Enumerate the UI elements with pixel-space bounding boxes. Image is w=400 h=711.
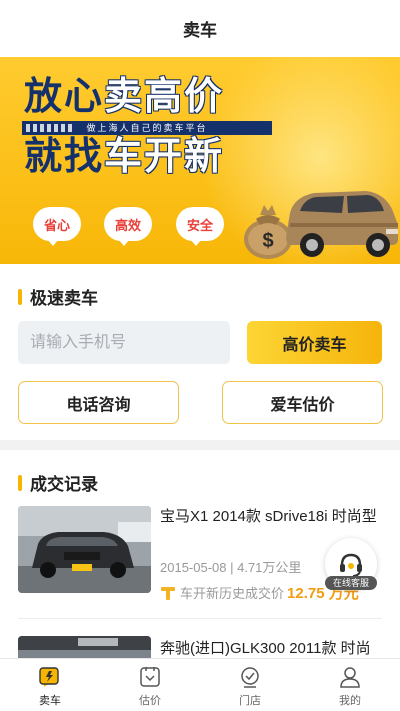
banner-headline-1: 放心卖高价 xyxy=(24,75,224,119)
car-estimate-button[interactable]: 爱车估价 xyxy=(222,381,383,424)
deal-car-photo xyxy=(18,506,151,593)
quick-sell-heading: 极速卖车 xyxy=(18,284,98,309)
banner-headline-2b: 车开新 xyxy=(104,136,225,178)
store-icon xyxy=(241,667,259,688)
estimate-icon xyxy=(140,667,160,687)
high-price-sell-button[interactable]: 高价卖车 xyxy=(247,321,382,364)
tab-estimate[interactable]: 估价 xyxy=(100,659,200,711)
deal-car-photo xyxy=(18,636,151,660)
badge-worry-free: 省心 xyxy=(33,207,81,246)
badge-efficient: 高效 xyxy=(104,207,152,246)
car-photo-icon xyxy=(18,636,151,660)
phone-number-input[interactable] xyxy=(18,321,230,364)
deal-records-heading: 成交记录 xyxy=(18,470,98,495)
deal-price-label: 车开新历史成交价 xyxy=(180,586,285,601)
profile-icon xyxy=(340,667,360,688)
car-icon xyxy=(286,191,398,257)
tab-store-label: 门店 xyxy=(239,695,261,707)
money-bag-icon: $ xyxy=(244,205,292,259)
page-title: 卖车 xyxy=(183,21,217,40)
promo-banner[interactable]: 放心卖高价 做上海人自己的卖车平台 就找车开新 省心 高效 安全 $ xyxy=(0,57,400,264)
tab-store[interactable]: 门店 xyxy=(200,659,300,711)
tab-estimate-label: 估价 xyxy=(139,695,161,707)
divider xyxy=(18,618,382,619)
banner-headline-2a: 就找 xyxy=(24,136,105,178)
svg-text:$: $ xyxy=(262,230,273,252)
deal-car-name: 奔驰(进口)GLK300 2011款 时尚型 xyxy=(160,640,371,657)
sell-car-screen: 卖车 放心卖高价 做上海人自己的卖车平台 就找车开新 省心 高效 安全 $ 极速… xyxy=(0,0,400,711)
slogan-stripes xyxy=(26,124,72,132)
tab-sell-car[interactable]: 卖车 xyxy=(0,659,100,711)
quick-sell-title: 极速卖车 xyxy=(30,289,98,308)
deal-records-title: 成交记录 xyxy=(30,475,98,494)
sell-car-icon xyxy=(39,667,59,687)
tab-sell-car-label: 卖车 xyxy=(39,695,61,707)
car-photo-icon xyxy=(18,506,151,593)
section-accent-bar xyxy=(18,474,22,491)
top-nav-bar: 卖车 xyxy=(0,0,400,57)
deal-car-meta: 2015-05-08 | 4.71万公里 xyxy=(160,560,302,575)
banner-headline-1a: 放心 xyxy=(24,76,105,118)
bottom-tab-bar: 卖车 估价 门店 我的 xyxy=(0,658,400,711)
deal-car-name: 宝马X1 2014款 sDrive18i 时尚型 xyxy=(160,508,377,525)
banner-slogan: 做上海人自己的卖车平台 xyxy=(22,121,272,135)
banner-slogan-text: 做上海人自己的卖车平台 xyxy=(86,123,208,133)
tab-profile[interactable]: 我的 xyxy=(300,659,400,711)
quick-sell-section: 极速卖车 高价卖车 电话咨询 爱车估价 xyxy=(0,264,400,440)
tab-profile-label: 我的 xyxy=(339,695,361,707)
section-accent-bar xyxy=(18,288,22,305)
deal-list-item[interactable]: 奔驰(进口)GLK300 2011款 时尚型 xyxy=(0,636,400,660)
phone-consult-button[interactable]: 电话咨询 xyxy=(18,381,179,424)
price-tag-icon xyxy=(161,586,175,600)
online-service-label: 在线客服 xyxy=(325,576,377,590)
headset-icon xyxy=(340,553,362,577)
car-and-moneybag-illustration: $ xyxy=(244,191,398,259)
banner-headline-1b: 卖高价 xyxy=(104,76,225,118)
banner-headline-2: 就找车开新 xyxy=(24,135,224,179)
